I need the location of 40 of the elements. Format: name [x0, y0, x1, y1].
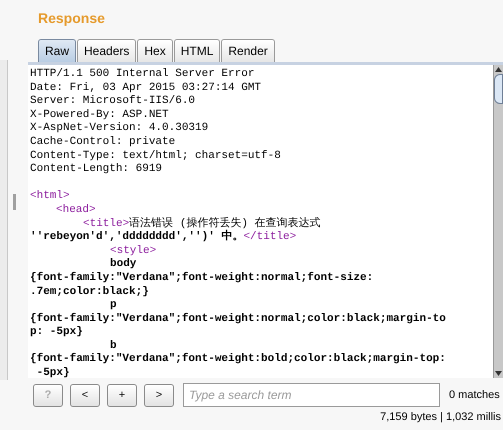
markup-tag: <head>: [56, 204, 96, 216]
tab[interactable]: HTML: [174, 39, 220, 62]
search-field[interactable]: Type a search term: [183, 383, 440, 407]
code-text: {font-family:"Verdana";font-weight:normal;color:black;margin-to: [30, 312, 446, 325]
code-text: Content-Type: text/html; charset=utf-8: [30, 150, 281, 162]
markup-tag: </title>: [243, 231, 296, 244]
toolbar-button[interactable]: >: [144, 384, 174, 406]
toolbar-button[interactable]: +: [107, 384, 137, 406]
code-text: Server: Microsoft-IIS/6.0: [30, 95, 196, 108]
code-text: {font-family:"Verdana";font-weight:bold;color:black;margin-top:: [30, 353, 446, 366]
code-text: ''rebeyon'd','dddddddd','')' 中。: [30, 231, 244, 244]
tab[interactable]: Raw: [38, 39, 76, 62]
code-text: .7em;color:black;}: [30, 286, 149, 298]
code-text: HTTP/1.1 500 Internal Server Error: [30, 68, 254, 80]
markup-tag: <style>: [110, 244, 156, 257]
tab[interactable]: Hex: [137, 39, 173, 62]
tab[interactable]: Headers: [77, 39, 136, 62]
status-text: 7,159 bytes | 1,032 millis: [380, 410, 501, 424]
markup-tag: <html>: [30, 190, 70, 202]
code-text: Date: Fri, 03 Apr 2015 03:27:14 GMT: [30, 82, 262, 94]
code-text: Cache-Control: private: [30, 136, 176, 148]
match-count: 0 matches: [449, 388, 500, 403]
scroll-down-icon[interactable]: [494, 369, 503, 378]
tab[interactable]: Render: [221, 39, 275, 62]
toolbar-button[interactable]: <: [70, 384, 100, 406]
code-text: 语法错误 (操作符丢失) 在查询表达式: [129, 218, 321, 230]
code-text: Content-Length: 6919: [30, 163, 162, 176]
resize-handle[interactable]: [13, 194, 16, 210]
section-title: Response: [38, 9, 106, 28]
markup-tag: <title>: [83, 218, 130, 230]
scroll-thumb[interactable]: [494, 74, 503, 104]
scrollbar[interactable]: [493, 65, 503, 378]
code-text: X-AspNet-Version: 4.0.30319: [30, 122, 208, 134]
code-text: {font-family:"Verdana";font-weight:normal;font-size:: [30, 272, 374, 284]
code-text: p: -5px}: [30, 326, 83, 338]
code-text: X-Powered-By: ASP.NET: [30, 108, 169, 121]
code-text: body: [110, 258, 136, 270]
code-text: b: [110, 340, 117, 352]
code-text: -5px}: [36, 367, 70, 378]
code-text: p: [110, 299, 117, 312]
